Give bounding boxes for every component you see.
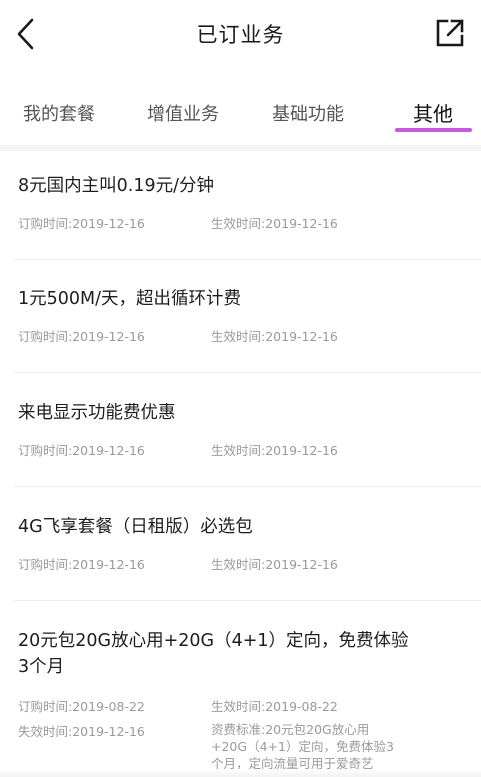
subscribed-services-page: 已订业务 我的套餐 增值业务 基础功能 其他 8元国内主叫0.19元/分钟 订购… — [0, 0, 481, 777]
effective-time: 生效时间:2019-08-22 — [211, 699, 338, 714]
service-list: 8元国内主叫0.19元/分钟 订购时间:2019-12-16 生效时间:2019… — [0, 151, 481, 776]
external-link-icon — [436, 19, 464, 47]
tab-basic-functions[interactable]: 基础功能 — [272, 100, 344, 126]
list-item[interactable]: 4G飞享套餐（日租版）必选包 订购时间:2019-12-16 生效时间:2019… — [0, 492, 481, 606]
order-time: 订购时间:2019-08-22 — [18, 699, 145, 714]
order-time: 订购时间:2019-12-16 — [18, 443, 145, 458]
service-name: 8元国内主叫0.19元/分钟 — [18, 176, 214, 196]
header-bar: 已订业务 — [0, 0, 481, 70]
bottom-edge — [0, 769, 481, 777]
active-tab-indicator — [395, 128, 472, 132]
list-item[interactable]: 8元国内主叫0.19元/分钟 订购时间:2019-12-16 生效时间:2019… — [0, 151, 481, 264]
fee-standard-line2: +20G（4+1）定向，免费体验3 — [211, 739, 394, 754]
service-name-line2: 3个月 — [18, 657, 65, 677]
expire-time: 失效时间:2019-12-16 — [18, 724, 145, 739]
list-item[interactable]: 来电显示功能费优惠 订购时间:2019-12-16 生效时间:2019-12-1… — [0, 378, 481, 492]
order-time: 订购时间:2019-12-16 — [18, 216, 145, 231]
service-name: 1元500M/天，超出循环计费 — [18, 289, 242, 309]
divider — [14, 486, 481, 487]
page-title: 已订业务 — [196, 23, 285, 47]
service-name: 4G飞享套餐（日租版）必选包 — [18, 517, 253, 537]
tab-bar: 我的套餐 增值业务 基础功能 其他 — [0, 88, 481, 142]
divider — [14, 600, 481, 601]
divider — [14, 259, 481, 260]
service-name-line1: 20元包20G放心用+20G（4+1）定向，免费体验 — [18, 631, 409, 651]
effective-time: 生效时间:2019-12-16 — [211, 329, 338, 344]
fee-standard-line1: 资费标准:20元包20G放心用 — [211, 722, 370, 737]
effective-time: 生效时间:2019-12-16 — [211, 216, 338, 231]
list-item[interactable]: 20元包20G放心用+20G（4+1）定向，免费体验 3个月 订购时间:2019… — [0, 606, 481, 776]
list-item[interactable]: 1元500M/天，超出循环计费 订购时间:2019-12-16 生效时间:201… — [0, 264, 481, 378]
tab-my-plan[interactable]: 我的套餐 — [23, 100, 95, 126]
service-name: 来电显示功能费优惠 — [18, 403, 176, 423]
share-button[interactable] — [433, 16, 467, 50]
tab-value-added[interactable]: 增值业务 — [147, 100, 219, 126]
tab-other[interactable]: 其他 — [413, 98, 453, 127]
effective-time: 生效时间:2019-12-16 — [211, 443, 338, 458]
fee-standard: 资费标准:20元包20G放心用 +20G（4+1）定向，免费体验3 个月，定向流… — [211, 721, 401, 772]
divider — [14, 372, 481, 373]
effective-time: 生效时间:2019-12-16 — [211, 557, 338, 572]
order-time: 订购时间:2019-12-16 — [18, 557, 145, 572]
order-time: 订购时间:2019-12-16 — [18, 329, 145, 344]
